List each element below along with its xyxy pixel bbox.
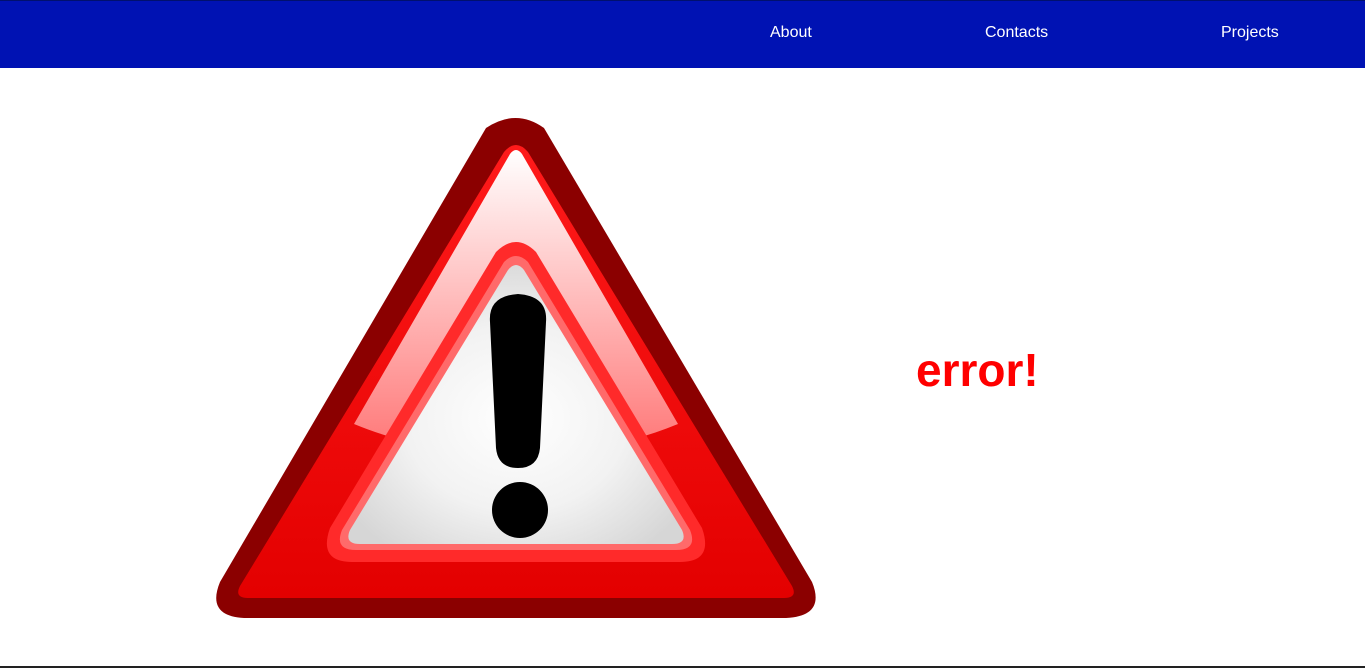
nav-link-about[interactable]: About [770,23,812,43]
exclamation-mark-icon [489,294,548,538]
nav-link-contacts[interactable]: Contacts [985,23,1048,43]
bottom-divider [0,666,1365,668]
error-message: error! [916,344,1039,396]
top-navbar: About Contacts Projects [0,0,1365,68]
nav-link-projects[interactable]: Projects [1221,23,1279,43]
warning-triangle-icon [214,116,818,620]
